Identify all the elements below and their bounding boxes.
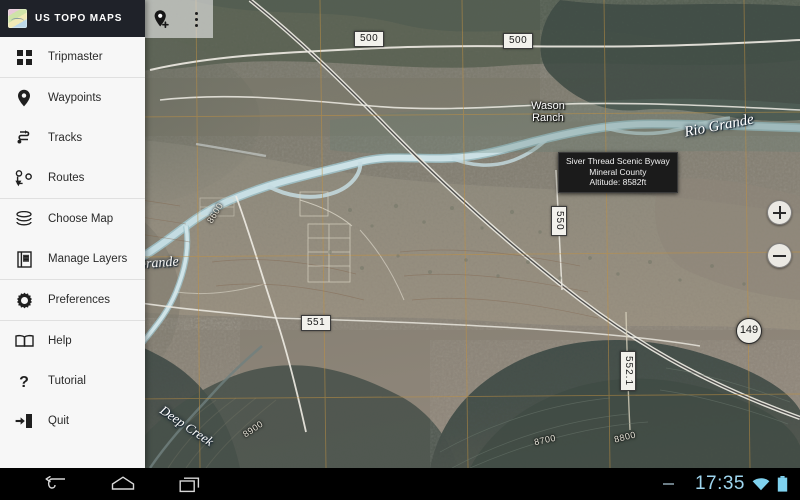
overflow-menu-button[interactable] [183,4,209,34]
app-root: Wason Ranch Rio Grande Grande Deep Creek… [0,0,800,500]
road-shield-551: 551 [301,315,332,331]
layers-stack-icon [14,209,34,229]
map-toolbar [145,0,213,38]
road-shield-550: 550 [551,206,567,236]
drawer-header[interactable]: US TOPO MAPS [0,0,145,37]
wifi-icon[interactable] [752,477,770,491]
highway-shield-149: 149 [736,318,762,344]
sidebar-item-label: Help [48,335,72,347]
plus-icon-vertical [779,206,781,219]
sidebar-item-routes[interactable]: Routes [0,158,145,198]
recent-apps-icon [179,477,200,492]
system-status-area: 17:35 [662,473,800,495]
sidebar-item-tutorial[interactable]: ? Tutorial [0,361,145,401]
gear-icon [14,290,34,310]
exit-door-icon [14,411,34,431]
menu-group-dashboard: Tripmaster [0,37,145,78]
zoom-in-button[interactable] [767,200,792,225]
road-shield-552-1: 552.1 [620,351,636,392]
sidebar-item-label: Tracks [48,132,83,144]
menu-group-navigation: Waypoints Tracks Routes [0,78,145,199]
back-arrow-icon [45,476,65,489]
sidebar-item-tracks[interactable]: Tracks [0,118,145,158]
location-info-callout: Siver Thread Scenic Byway Mineral County… [558,152,678,193]
road-shield-500-east: 500 [503,33,534,49]
sidebar-item-label: Preferences [48,294,111,306]
sidebar-item-label: Manage Layers [48,253,128,265]
back-button[interactable] [42,473,68,495]
add-waypoint-pin-icon [154,10,169,29]
sidebar-item-tripmaster[interactable]: Tripmaster [0,37,145,77]
map-tile-icon [8,9,27,28]
minus-icon [773,255,786,257]
callout-byway-name: Siver Thread Scenic Byway [566,156,670,166]
sidebar-item-label: Tutorial [48,375,86,387]
menu-group-maps: Choose Map Manage Layers [0,199,145,280]
map-pin-icon [14,88,34,108]
sidebar-item-label: Routes [48,172,85,184]
sidebar-item-help[interactable]: Help [0,321,145,361]
sidebar-item-preferences[interactable]: Preferences [0,280,145,320]
book-icon [14,331,34,351]
no-notifications-indicator [662,483,674,485]
app-title: US TOPO MAPS [35,13,123,24]
map-label-wason-ranch: Wason Ranch [531,100,565,124]
question-mark-icon: ? [14,371,34,391]
sidebar-item-waypoints[interactable]: Waypoints [0,78,145,118]
track-path-icon [14,128,34,148]
sidebar-item-manage-layers[interactable]: Manage Layers [0,239,145,279]
zoom-out-button[interactable] [767,243,792,268]
sidebar-item-label: Choose Map [48,213,114,225]
sidebar-item-label: Waypoints [48,92,102,104]
callout-altitude: Altitude: 8582ft [589,177,647,187]
battery-icon[interactable] [777,476,788,492]
svg-text:?: ? [19,374,29,390]
menu-group-settings: Preferences [0,280,145,321]
navigation-drawer: US TOPO MAPS Tripmaster Waypoints Tracks… [0,0,145,468]
add-waypoint-button[interactable] [149,4,175,34]
recents-button[interactable] [178,473,204,495]
sidebar-item-choose-map[interactable]: Choose Map [0,199,145,239]
overflow-menu-icon [194,11,198,27]
status-clock[interactable]: 17:35 [695,473,745,495]
callout-county: Mineral County [589,166,647,177]
android-system-bar: 17:35 [0,468,800,500]
layers-page-icon [14,249,34,269]
road-shield-500-west: 500 [354,31,385,47]
sidebar-item-quit[interactable]: Quit [0,401,145,441]
menu-group-help: Help ? Tutorial Quit [0,321,145,441]
home-icon [111,476,135,490]
navigation-buttons [0,473,204,495]
home-button[interactable] [110,473,136,495]
routes-icon [14,168,34,188]
sidebar-item-label: Tripmaster [48,51,103,63]
sidebar-item-label: Quit [48,415,70,427]
grid-icon [14,47,34,67]
